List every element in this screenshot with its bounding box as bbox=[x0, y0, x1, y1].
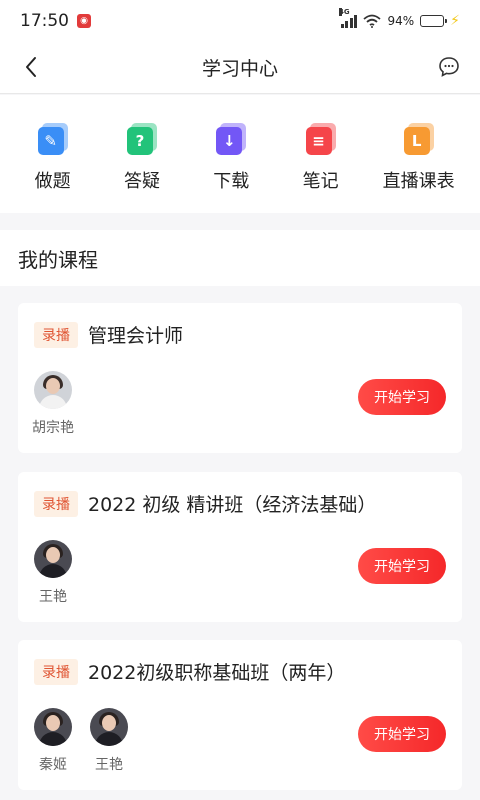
course-card-head: 录播 管理会计师 bbox=[34, 321, 183, 348]
quick-action-label: 直播课表 bbox=[382, 171, 455, 192]
charging-icon: ⚡ bbox=[450, 13, 460, 29]
status-time: 17:50 bbox=[20, 11, 69, 31]
teacher-name: 王艳 bbox=[39, 589, 67, 605]
teacher-list: 胡宗艳 bbox=[32, 371, 74, 437]
battery-icon bbox=[420, 15, 448, 27]
avatar bbox=[34, 540, 72, 578]
status-bar: 17:50 ◉ 4G 94% ⚡ bbox=[0, 0, 480, 42]
schedule-icon: L bbox=[403, 123, 434, 155]
teacher-name: 秦姬 bbox=[39, 757, 67, 773]
teacher-list: 王艳 bbox=[34, 540, 72, 606]
quick-action-label: 下载 bbox=[213, 171, 250, 192]
page-title: 学习中心 bbox=[201, 58, 278, 80]
avatar bbox=[34, 371, 72, 409]
start-learning-button[interactable]: 开始学习 bbox=[358, 379, 446, 415]
avatar bbox=[34, 708, 72, 746]
netease-music-icon: ◉ bbox=[77, 14, 91, 28]
teacher-name: 胡宗艳 bbox=[32, 420, 74, 436]
status-indicators: 4G 94% ⚡ bbox=[338, 8, 460, 29]
note-icon: ≡ bbox=[305, 123, 336, 155]
back-arrow-icon[interactable] bbox=[20, 55, 44, 79]
quick-action-practice[interactable]: ✎ 做题 bbox=[8, 95, 97, 213]
wifi-icon bbox=[363, 14, 382, 28]
teacher-name: 王艳 bbox=[95, 757, 123, 773]
pencil-icon: ✎ bbox=[37, 123, 68, 155]
quick-actions: ✎ 做题 ? 答疑 ↓ 下载 ≡ 笔记 L 直播课表 bbox=[0, 95, 480, 213]
message-icon[interactable] bbox=[438, 56, 460, 78]
quick-action-label: 做题 bbox=[34, 171, 71, 192]
course-title: 2022初级职称基础班（两年） bbox=[88, 662, 346, 684]
course-card[interactable]: 录播 2022 初级 精讲班（经济法基础） 王艳 开始学习 bbox=[18, 472, 462, 622]
signal-icon: 4G bbox=[338, 8, 358, 28]
network-type: 4G bbox=[338, 8, 350, 16]
course-title: 管理会计师 bbox=[88, 325, 184, 347]
quick-action-qa[interactable]: ? 答疑 bbox=[97, 95, 186, 213]
course-title: 2022 初级 精讲班（经济法基础） bbox=[88, 494, 377, 516]
quick-action-notes[interactable]: ≡ 笔记 bbox=[276, 95, 365, 213]
teacher: 王艳 bbox=[34, 540, 72, 606]
quick-action-live-schedule[interactable]: L 直播课表 bbox=[365, 95, 472, 213]
quick-action-label: 答疑 bbox=[123, 171, 160, 192]
question-icon: ? bbox=[126, 123, 157, 155]
download-icon: ↓ bbox=[216, 123, 247, 155]
teacher: 秦姬 bbox=[34, 708, 72, 774]
avatar bbox=[90, 708, 128, 746]
teacher: 胡宗艳 bbox=[32, 371, 74, 437]
recorded-tag: 录播 bbox=[34, 321, 78, 348]
quick-action-label: 笔记 bbox=[302, 171, 339, 192]
recorded-tag: 录播 bbox=[34, 490, 78, 517]
my-courses-header: 我的课程 bbox=[0, 230, 480, 286]
start-learning-button[interactable]: 开始学习 bbox=[358, 548, 446, 584]
start-learning-button[interactable]: 开始学习 bbox=[358, 716, 446, 752]
battery-percent: 94% bbox=[387, 14, 415, 28]
course-card-head: 录播 2022 初级 精讲班（经济法基础） bbox=[34, 490, 376, 517]
course-card[interactable]: 录播 2022初级职称基础班（两年） 秦姬 王艳 开始学习 bbox=[18, 640, 462, 790]
section-title: 我的课程 bbox=[18, 247, 98, 272]
quick-action-download[interactable]: ↓ 下载 bbox=[187, 95, 276, 213]
teacher: 王艳 bbox=[90, 708, 128, 774]
course-card[interactable]: 录播 管理会计师 胡宗艳 开始学习 bbox=[18, 303, 462, 453]
recorded-tag: 录播 bbox=[34, 658, 78, 685]
nav-bar: 学习中心 bbox=[0, 42, 480, 94]
course-card-head: 录播 2022初级职称基础班（两年） bbox=[34, 658, 345, 685]
teacher-list: 秦姬 王艳 bbox=[34, 708, 128, 774]
